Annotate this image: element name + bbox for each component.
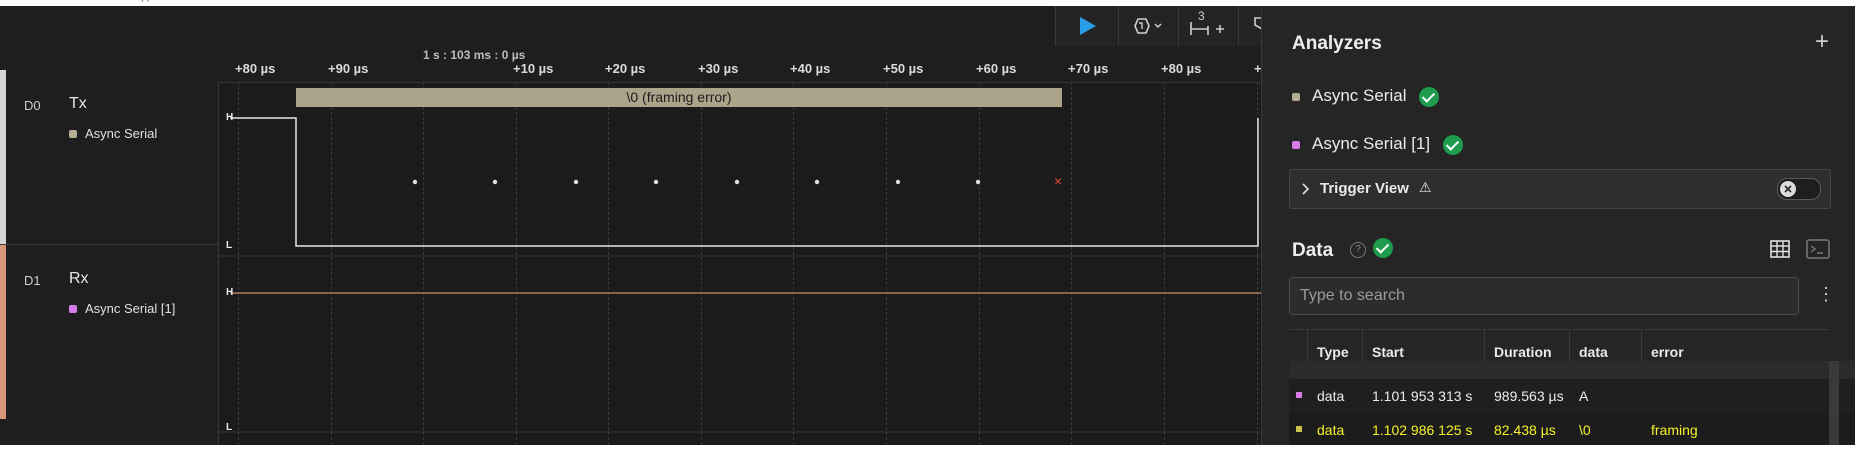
- cell-duration: 989.563 µs: [1494, 388, 1564, 404]
- analyzer-item[interactable]: Async Serial [1]: [1292, 134, 1463, 155]
- analyzer-color-swatch: [1292, 93, 1300, 101]
- toolbar-area: 3: [218, 6, 1301, 47]
- chevron-right-icon: [1302, 183, 1310, 195]
- waveform-traces: [218, 117, 1261, 433]
- more-options-icon[interactable]: ⋮: [1817, 284, 1835, 305]
- channel-analyzer-name: Async Serial [1]: [85, 301, 176, 316]
- cell-type: data: [1317, 422, 1345, 438]
- tick-label: +70 µs: [1068, 61, 1109, 76]
- table-view-icon[interactable]: [1769, 238, 1791, 260]
- analyzers-panel: Analyzers + Async Serial Async Serial [1…: [1261, 6, 1855, 445]
- column-header[interactable]: data: [1579, 344, 1608, 360]
- channel-color-bar: [0, 70, 6, 244]
- cell-data: A: [1579, 388, 1589, 404]
- measure-icon: [1190, 22, 1224, 35]
- warning-icon: ⚠: [1419, 179, 1432, 195]
- search-input[interactable]: [1289, 277, 1799, 315]
- trigger-view-section[interactable]: Trigger View ⚠: [1289, 169, 1831, 209]
- channel-id: D0: [24, 98, 41, 113]
- row-color-marker: [1296, 392, 1302, 398]
- cell-start: 1.101 953 313 s: [1372, 388, 1473, 404]
- data-title: Data: [1292, 240, 1334, 261]
- add-analyzer-button[interactable]: +: [1815, 28, 1829, 56]
- tick-label: +10 µs: [513, 61, 554, 76]
- trigger-view-toggle[interactable]: [1777, 178, 1821, 200]
- column-header[interactable]: Start: [1372, 344, 1404, 360]
- channel-row-d0[interactable]: D0 Tx Async Serial: [0, 70, 218, 244]
- trigger-settings-icon: [1134, 18, 1162, 34]
- table-top-border: [1289, 329, 1829, 330]
- tick-label: +30 µs: [698, 61, 739, 76]
- low-level-label: L: [226, 422, 233, 433]
- analyzer-name: Async Serial: [1312, 86, 1407, 105]
- high-level-label: H: [226, 112, 234, 123]
- table-row[interactable]: data 1.102 986 125 s 82.438 µs \0 framin…: [1289, 413, 1855, 445]
- cell-start: 1.102 986 125 s: [1372, 422, 1473, 438]
- waveform-area[interactable]: \0 (framing error) × H L H L: [218, 82, 1261, 445]
- analyzer-item[interactable]: Async Serial: [1292, 86, 1440, 107]
- channel-analyzer-name: Async Serial: [85, 126, 158, 141]
- column-header[interactable]: Type: [1317, 344, 1349, 360]
- column-header[interactable]: error: [1651, 344, 1684, 360]
- channel-color-bar: [0, 245, 6, 419]
- start-capture-button[interactable]: [1056, 6, 1119, 46]
- measurement-button[interactable]: 3: [1178, 6, 1239, 46]
- analyzers-title: Analyzers: [1292, 33, 1382, 54]
- column-header[interactable]: Duration: [1494, 344, 1552, 360]
- play-icon: [1080, 17, 1096, 35]
- analyzer-color-swatch: [69, 305, 77, 313]
- logic-analyzer-window: ( ) D0 Tx Async Serial D1 Rx Async Seria…: [0, 0, 1855, 445]
- check-circle-icon: [1373, 238, 1393, 258]
- framing-error-marker: ×: [1054, 173, 1063, 189]
- tick-label: +90 µs: [328, 61, 369, 76]
- channel-analyzer-label[interactable]: Async Serial [1]: [69, 301, 175, 316]
- check-circle-icon: [1442, 134, 1463, 155]
- cell-data: \0: [1579, 422, 1591, 438]
- tick-label: +80 µs: [1161, 61, 1202, 76]
- tick-label: +40 µs: [790, 61, 831, 76]
- channel-id: D1: [24, 273, 41, 288]
- tick-label: +20 µs: [605, 61, 646, 76]
- trigger-view-label: Trigger View: [1320, 180, 1409, 197]
- timeline-ruler[interactable]: 1 s : 103 ms : 0 µs +80 µs +90 µs +10 µs…: [218, 46, 1262, 83]
- trigger-settings-button[interactable]: [1118, 6, 1179, 46]
- analyzer-color-swatch: [1292, 141, 1300, 149]
- check-circle-icon: [1419, 86, 1440, 107]
- tick-label: +60 µs: [976, 61, 1017, 76]
- table-scrollbar[interactable]: [1829, 361, 1839, 445]
- channel-analyzer-label[interactable]: Async Serial: [69, 126, 157, 141]
- cell-duration: 82.438 µs: [1494, 422, 1556, 438]
- terminal-view-icon[interactable]: [1806, 239, 1830, 259]
- channel-row-d1[interactable]: D1 Rx Async Serial [1]: [0, 245, 218, 419]
- measurement-count-badge: 3: [1198, 9, 1205, 23]
- help-icon[interactable]: ?: [1350, 242, 1366, 258]
- low-level-label: L: [226, 240, 233, 251]
- table-row[interactable]: data 1.101 953 313 s 989.563 µs A: [1289, 379, 1855, 413]
- analyzer-name: Async Serial [1]: [1312, 134, 1431, 153]
- tick-label: +50 µs: [883, 61, 924, 76]
- cell-type: data: [1317, 388, 1345, 404]
- tick-label: +80 µs: [235, 61, 276, 76]
- high-level-label: H: [226, 287, 234, 298]
- top-strip-text: ( ): [140, 0, 150, 2]
- cell-error: framing: [1651, 422, 1698, 438]
- channel-panel: D0 Tx Async Serial D1 Rx Async Serial [1…: [0, 6, 219, 445]
- analyzer-color-swatch: [69, 130, 77, 138]
- row-color-marker: [1296, 426, 1302, 432]
- channel-name[interactable]: Tx: [69, 95, 87, 113]
- toggle-knob: [1780, 181, 1796, 197]
- channel-name[interactable]: Rx: [69, 270, 89, 288]
- close-icon: [1784, 185, 1792, 193]
- absolute-time-label: 1 s : 103 ms : 0 µs: [423, 48, 526, 62]
